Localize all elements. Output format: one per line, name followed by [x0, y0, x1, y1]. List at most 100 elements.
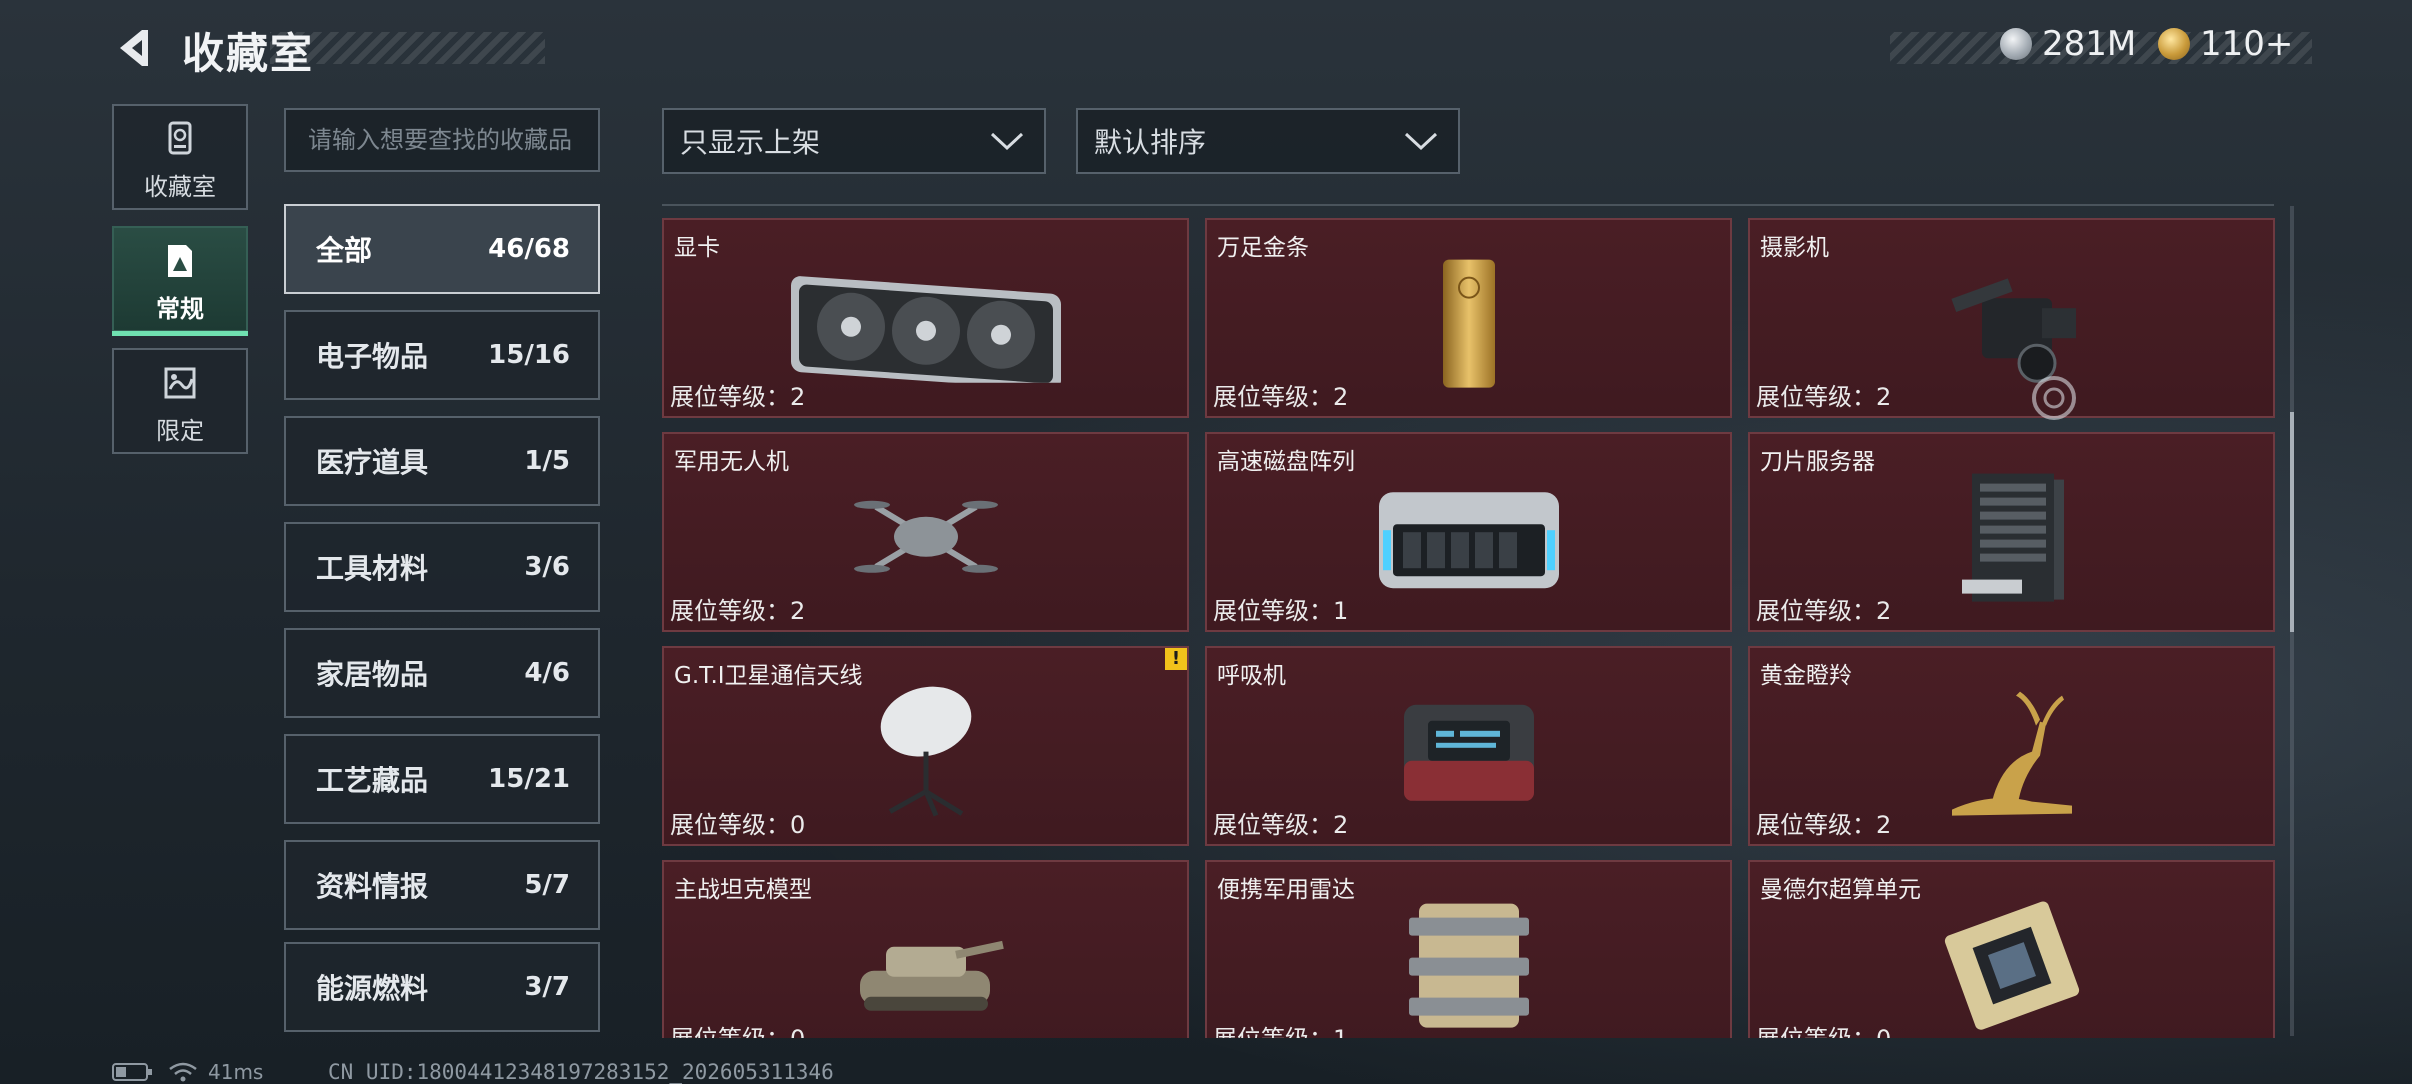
search-input[interactable]: [284, 108, 600, 172]
warning-badge-icon: !: [1165, 648, 1187, 670]
item-card[interactable]: G.T.I卫星通信天线 ! 展位等级：0: [662, 646, 1189, 846]
shelf-filter-dropdown[interactable]: 只显示上架: [662, 108, 1046, 174]
rail-label: 收藏室: [144, 173, 216, 201]
category-medical[interactable]: 医疗道具 1/5: [284, 416, 600, 506]
rail-label: 限定: [156, 417, 204, 445]
item-name: 摄影机: [1760, 235, 1829, 261]
item-level: 展位等级：2: [1756, 383, 1892, 411]
currency-gold-value: 110+: [2200, 24, 2294, 64]
satellite-dish-icon: [880, 686, 971, 817]
item-card[interactable]: 显卡 展位等级：2: [662, 218, 1189, 418]
ping-value: 41ms: [208, 1060, 264, 1084]
item-level: 展位等级：0: [670, 1019, 805, 1038]
back-arrow-icon[interactable]: [112, 26, 156, 70]
category-electronics[interactable]: 电子物品 15/16: [284, 310, 600, 400]
item-level: 展位等级：2: [1213, 811, 1349, 839]
category-name: 全部: [316, 234, 373, 267]
collection-grid: 显卡 展位等级：2 万足金条 展位等级：2 摄影机 展位等级：2 军用无人机 展…: [660, 214, 2280, 1038]
category-intel[interactable]: 资料情报 5/7: [284, 840, 600, 930]
grid-top-divider: [662, 204, 2274, 206]
scrollbar-thumb[interactable]: [2290, 412, 2294, 632]
item-name: 主战坦克模型: [674, 877, 812, 903]
category-crafts[interactable]: 工艺藏品 15/21: [284, 734, 600, 824]
item-card[interactable]: 黄金瞪羚 展位等级：2: [1748, 646, 2275, 846]
item-name: 显卡: [674, 235, 720, 261]
item-card[interactable]: 万足金条 展位等级：2: [1205, 218, 1732, 418]
page-title: 收藏室: [182, 29, 315, 78]
category-count: 4/6: [524, 658, 570, 688]
item-level: 展位等级：1: [1213, 1019, 1348, 1038]
category-name: 资料情报: [316, 870, 429, 903]
item-name: 军用无人机: [674, 449, 789, 475]
category-name: 工具材料: [316, 552, 429, 585]
category-household[interactable]: 家居物品 4/6: [284, 628, 600, 718]
sort-dropdown[interactable]: 默认排序: [1076, 108, 1460, 174]
crosshair-ring-icon: [2032, 376, 2076, 420]
gold-coin-icon: [2158, 28, 2190, 60]
item-card[interactable]: 便携军用雷达 展位等级：1: [1205, 860, 1732, 1038]
item-level: 展位等级：2: [1756, 597, 1892, 625]
item-level: 展位等级：0: [670, 811, 806, 839]
sort-value: 默认排序: [1094, 126, 1207, 159]
user-uid: CN UID:18004412348197283152_202605311346: [328, 1060, 834, 1084]
blade-server-icon: [1961, 473, 2064, 602]
item-card[interactable]: 刀片服务器 展位等级：2: [1748, 432, 2275, 632]
video-camera-icon: [1950, 278, 2076, 383]
item-name: 高速磁盘阵列: [1217, 449, 1355, 475]
item-card[interactable]: 高速磁盘阵列 展位等级：1: [1205, 432, 1732, 632]
item-level: 展位等级：2: [670, 597, 806, 625]
portable-radar-icon: [1408, 903, 1529, 1028]
rail-regular[interactable]: 常规: [112, 226, 248, 336]
item-level: 展位等级：1: [1213, 597, 1349, 625]
disk-array-icon: [1378, 492, 1559, 589]
item-card[interactable]: 摄影机 展位等级：2: [1748, 218, 2275, 418]
collection-room-icon: [168, 121, 192, 155]
item-name: G.T.I卫星通信天线: [674, 663, 863, 689]
item-level: 展位等级：2: [670, 383, 806, 411]
category-count: 46/68: [488, 234, 570, 264]
category-name: 能源燃料: [316, 972, 429, 1005]
category-count: 1/5: [524, 446, 570, 476]
wifi-icon: [169, 1062, 197, 1082]
item-level: 展位等级：2: [1756, 811, 1892, 839]
status-bar: 41ms: [112, 1060, 263, 1084]
rail-limited[interactable]: 限定: [112, 348, 248, 454]
ventilator-icon: [1403, 704, 1534, 801]
category-name: 医疗道具: [316, 446, 429, 479]
category-energy[interactable]: 能源燃料 3/7: [284, 942, 600, 1032]
item-card[interactable]: 曼德尔超算单元 展位等级：0: [1748, 860, 2275, 1038]
currency-silver-value: 281M: [2042, 24, 2137, 64]
item-level: 展位等级：2: [1213, 383, 1349, 411]
limited-icon: [164, 367, 196, 399]
category-count: 15/16: [488, 340, 570, 370]
rail-collection-room[interactable]: 收藏室: [112, 104, 248, 210]
graphics-card-icon: [790, 276, 1061, 383]
category-tools[interactable]: 工具材料 3/6: [284, 522, 600, 612]
item-name: 黄金瞪羚: [1760, 663, 1852, 689]
gold-bar-icon: [1442, 259, 1495, 388]
item-level: 展位等级：0: [1756, 1019, 1891, 1038]
shelf-filter-value: 只显示上架: [680, 126, 821, 159]
item-name: 曼德尔超算单元: [1760, 877, 1921, 903]
category-name: 家居物品: [316, 658, 429, 691]
category-count: 15/21: [488, 764, 570, 794]
item-card[interactable]: 军用无人机 展位等级：2: [662, 432, 1189, 632]
supercomputer-unit-icon: [1944, 901, 2079, 1030]
chevron-down-icon: [1404, 132, 1438, 151]
category-count: 3/6: [524, 552, 570, 582]
battery-icon: [112, 1063, 152, 1081]
category-all[interactable]: 全部 46/68: [284, 204, 600, 294]
currency-silver[interactable]: 281M: [2000, 24, 2136, 64]
golden-gazelle-icon: [1951, 691, 2072, 816]
regular-icon: [168, 245, 192, 277]
item-name: 呼吸机: [1217, 663, 1286, 689]
item-card[interactable]: 主战坦克模型 展位等级：0: [662, 860, 1189, 1038]
category-count: 3/7: [524, 972, 570, 1002]
rail-label: 常规: [156, 295, 204, 323]
item-card[interactable]: 呼吸机 展位等级：2: [1205, 646, 1732, 846]
item-name: 刀片服务器: [1760, 449, 1875, 475]
currency-gold[interactable]: 110+: [2158, 24, 2293, 64]
item-name: 万足金条: [1217, 235, 1309, 261]
category-count: 5/7: [524, 870, 570, 900]
chevron-down-icon: [990, 132, 1024, 151]
